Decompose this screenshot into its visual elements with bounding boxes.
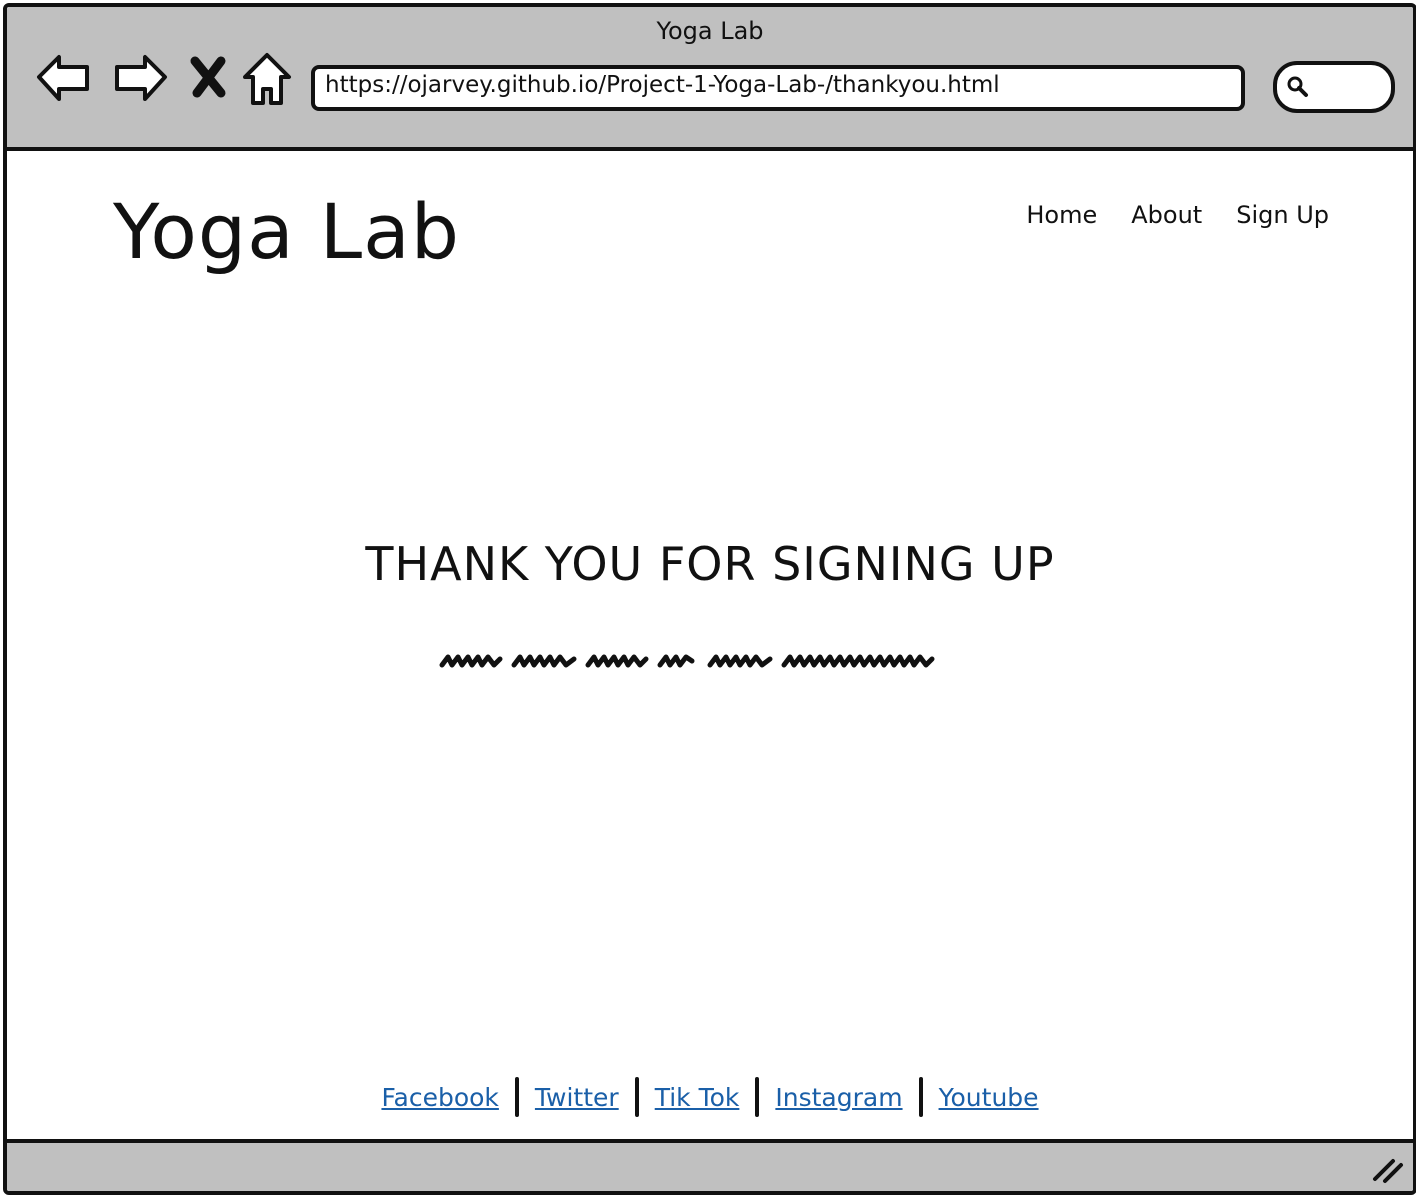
- forward-arrow-icon[interactable]: [109, 47, 169, 107]
- site-title[interactable]: Yoga Lab: [113, 187, 460, 276]
- nav-about-link[interactable]: About: [1131, 201, 1202, 229]
- browser-window: Yoga Lab https://ojarvey.github.io/Proje…: [3, 3, 1416, 1195]
- search-icon: [1287, 76, 1308, 97]
- nav-home-link[interactable]: Home: [1026, 201, 1097, 229]
- address-bar[interactable]: https://ojarvey.github.io/Project-1-Yoga…: [311, 65, 1245, 111]
- placeholder-text-scribble: [439, 654, 935, 668]
- footer-twitter-link[interactable]: Twitter: [519, 1083, 635, 1112]
- browser-status-bar: [7, 1139, 1413, 1191]
- window-title: Yoga Lab: [656, 17, 764, 45]
- browser-chrome: Yoga Lab https://ojarvey.github.io/Proje…: [7, 7, 1413, 151]
- back-arrow-icon[interactable]: [35, 47, 95, 107]
- footer-facebook-link[interactable]: Facebook: [365, 1083, 514, 1112]
- footer-youtube-link[interactable]: Youtube: [923, 1083, 1055, 1112]
- site-nav: Home About Sign Up: [1026, 201, 1329, 229]
- footer-social-links: Facebook Twitter Tik Tok Instagram Youtu…: [7, 1077, 1413, 1117]
- close-icon[interactable]: [185, 47, 231, 107]
- browser-search-field[interactable]: [1273, 61, 1395, 113]
- address-bar-url: https://ojarvey.github.io/Project-1-Yoga…: [325, 72, 1000, 98]
- resize-grip-icon[interactable]: [1369, 1153, 1405, 1185]
- footer-tiktok-link[interactable]: Tik Tok: [639, 1083, 756, 1112]
- thank-you-heading: THANK YOU FOR SIGNING UP: [365, 537, 1055, 591]
- home-icon[interactable]: [239, 47, 299, 107]
- footer-instagram-link[interactable]: Instagram: [759, 1083, 918, 1112]
- nav-sign-up-link[interactable]: Sign Up: [1236, 201, 1329, 229]
